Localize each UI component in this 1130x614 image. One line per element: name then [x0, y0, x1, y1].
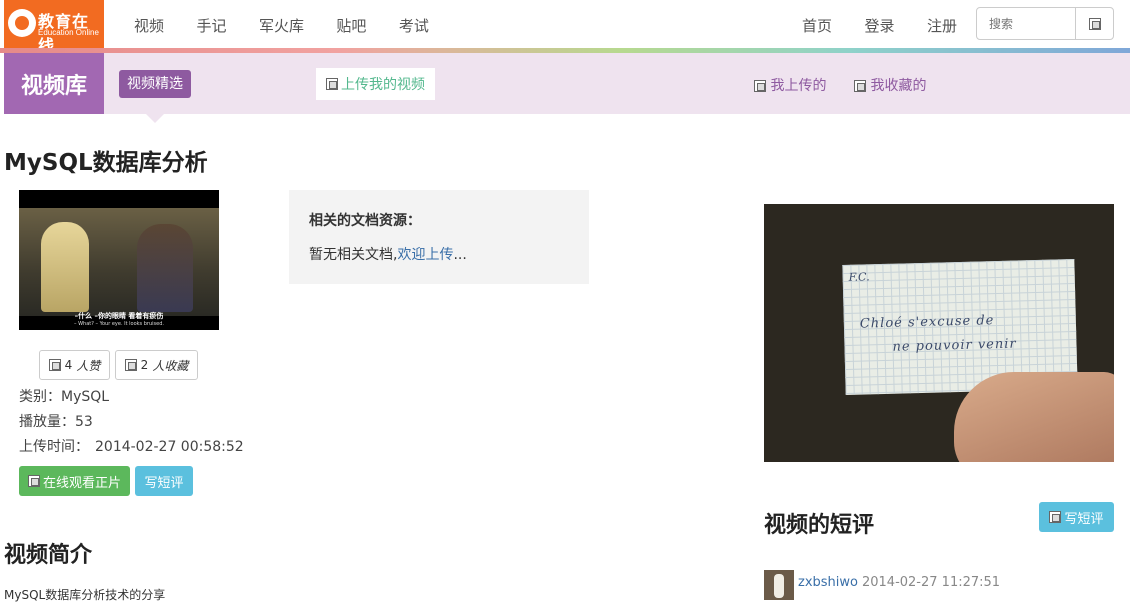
intro-heading: 视频简介	[4, 542, 93, 568]
top-navbar: 教育在线 Education Online 视频 手记 军火库 贴吧 考试 首页…	[0, 0, 1130, 55]
avatar[interactable]	[764, 570, 794, 600]
category-row: 类别：MySQL	[19, 386, 109, 406]
favorite-button[interactable]: 2 人收藏	[115, 350, 198, 380]
poster-note-line0: F.C.	[848, 270, 870, 284]
logo-subtitle: Education Online	[38, 28, 99, 37]
active-indicator	[146, 114, 164, 123]
nav-link-arsenal[interactable]: 军火库	[259, 17, 304, 35]
nav-link-home[interactable]: 首页	[802, 17, 832, 35]
thumbnail-subtitle-cn: –什么 –你的眼睛 看着有瘀伤	[74, 312, 164, 320]
user-nav: 首页 登录 注册	[802, 15, 985, 36]
my-uploads-link[interactable]: 我上传的	[754, 75, 826, 95]
thumbnail-figure-left	[41, 222, 89, 312]
plays-value: 53	[75, 414, 93, 430]
nav-link-forum[interactable]: 贴吧	[336, 17, 366, 35]
related-docs-empty: 暂无相关文档,	[309, 247, 398, 263]
category-label: 类别：	[19, 389, 61, 405]
video-thumbnail[interactable]: –什么 –你的眼睛 看着有瘀伤 – What? – Your eye. It l…	[19, 190, 219, 330]
favorites-icon	[854, 80, 866, 92]
star-icon	[124, 359, 137, 371]
main-nav: 视频 手记 军火库 贴吧 考试	[134, 15, 457, 36]
search-input[interactable]	[976, 7, 1076, 40]
upload-list-icon	[754, 80, 766, 92]
related-docs-body: 暂无相关文档,欢迎上传...	[309, 244, 569, 264]
reviews-heading: 视频的短评	[764, 512, 875, 538]
my-favorites-label: 我收藏的	[870, 78, 927, 94]
upload-time-value: 2014-02-27 00:58:52	[95, 439, 244, 455]
upload-time-label: 上传时间：	[19, 439, 89, 455]
related-docs-panel: 相关的文档资源： 暂无相关文档,欢迎上传...	[289, 190, 589, 284]
write-review-button[interactable]: 写短评	[135, 466, 193, 496]
my-favorites-link[interactable]: 我收藏的	[854, 75, 926, 95]
video-poster: F.C. Chloé s'excuse de ne pouvoir venir	[764, 204, 1114, 462]
review-item: zxbshiwo 2014-02-27 11:27:51	[798, 575, 1000, 590]
upload-doc-link[interactable]: 欢迎上传	[397, 247, 453, 263]
nav-link-login[interactable]: 登录	[864, 17, 894, 35]
upload-time-row: 上传时间： 2014-02-27 00:58:52	[19, 436, 244, 456]
upload-video-label: 上传我的视频	[341, 77, 425, 93]
search-icon	[1088, 17, 1101, 30]
site-logo[interactable]: 教育在线 Education Online	[4, 0, 104, 55]
thumbs-up-icon	[48, 359, 61, 371]
nav-link-exam[interactable]: 考试	[399, 17, 429, 35]
plays-label: 播放量：	[19, 414, 75, 430]
write-review-button-right[interactable]: 写短评	[1039, 502, 1114, 532]
review-username[interactable]: zxbshiwo	[798, 575, 858, 590]
nav-link-notes[interactable]: 手记	[196, 17, 226, 35]
featured-videos-tab[interactable]: 视频精选	[119, 70, 191, 98]
review-time: 2014-02-27 11:27:51	[861, 575, 1001, 590]
logo-icon	[8, 9, 36, 37]
video-title: MySQL数据库分析	[4, 150, 208, 176]
plays-row: 播放量：53	[19, 411, 93, 431]
like-button[interactable]: 4 人赞	[39, 350, 110, 380]
video-library-bar: 视频库 视频精选 上传我的视频 我上传的 我收藏的	[4, 53, 1130, 123]
favorites-count: 2	[140, 358, 149, 372]
related-docs-title: 相关的文档资源：	[309, 213, 421, 229]
intro-text: MySQL数据库分析技术的分享	[4, 588, 166, 602]
my-uploads-label: 我上传的	[770, 78, 827, 94]
nav-link-register[interactable]: 注册	[927, 17, 957, 35]
edit-icon	[1049, 511, 1062, 523]
poster-hand	[954, 372, 1114, 462]
search-button[interactable]	[1075, 7, 1114, 40]
likes-label: 人赞	[76, 358, 101, 373]
related-docs-ellipsis: ...	[453, 247, 467, 263]
play-icon	[27, 475, 40, 487]
poster-note-line1: Chloé s'excuse de	[859, 313, 995, 332]
nav-link-video[interactable]: 视频	[134, 17, 164, 35]
likes-count: 4	[64, 358, 73, 372]
upload-icon	[326, 78, 338, 90]
category-value: MySQL	[61, 389, 110, 405]
upload-video-button[interactable]: 上传我的视频	[316, 68, 435, 100]
section-title: 视频库	[4, 53, 104, 114]
write-review-label: 写短评	[1064, 511, 1104, 527]
thumbnail-figure-right	[137, 224, 193, 312]
watch-online-button[interactable]: 在线观看正片	[19, 466, 130, 496]
favorites-label: 人收藏	[152, 358, 189, 373]
thumbnail-subtitle-en: – What? – Your eye. It looks bruised.	[74, 321, 164, 327]
watch-online-label: 在线观看正片	[42, 475, 121, 491]
poster-note-line2: ne pouvoir venir	[892, 336, 1017, 355]
